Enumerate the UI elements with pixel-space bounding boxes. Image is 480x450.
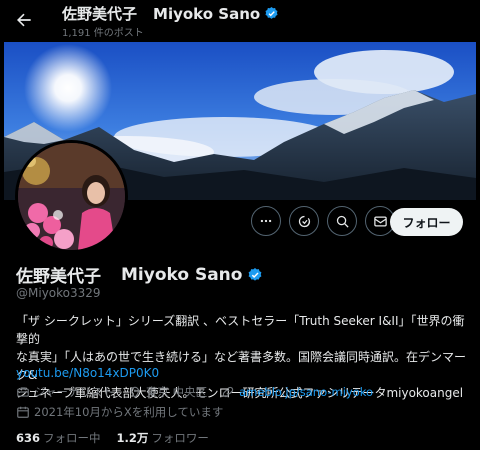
more-button[interactable] <box>251 206 281 236</box>
profile-website-link[interactable]: ameblo.jp/sano-miyoko <box>239 385 373 399</box>
followers-count: 1.2万 <box>116 431 149 445</box>
avatar[interactable] <box>15 140 128 253</box>
profile-joined: 2021年10月からXを利用しています <box>16 404 223 420</box>
profile-name-en: Miyoko Sano <box>121 264 243 285</box>
verified-badge-icon <box>265 6 278 19</box>
following-count: 636 <box>16 431 41 445</box>
profile-name: 佐野美代子 Miyoko Sano <box>16 262 263 287</box>
more-icon <box>260 219 272 223</box>
bio-youtube-link[interactable]: youtu.be/N8o14xDP0K0 <box>16 366 159 380</box>
profile-category: ジャーナリスト <box>34 385 114 399</box>
top-bar: 佐野美代子 Miyoko Sano 1,191 件のポスト <box>0 0 480 42</box>
joined-date: 2021年10月からXを利用しています <box>34 405 224 419</box>
following-link[interactable]: 636 フォロー中 <box>16 430 101 446</box>
follow-button[interactable]: フォロー <box>390 208 463 236</box>
subscribe-icon <box>298 215 310 227</box>
followers-label: フォロワー <box>151 431 209 445</box>
message-icon <box>373 216 387 226</box>
avatar-image <box>18 143 125 250</box>
header-name-jp: 佐野美代子 <box>62 5 138 23</box>
profile-name-jp: 佐野美代子 <box>16 267 101 287</box>
follow-stats: 636 フォロー中 1.2万 フォロワー <box>16 430 209 446</box>
profile-handle: @Miyoko3329 <box>16 286 101 300</box>
verified-badge-icon <box>249 267 262 281</box>
following-label: フォロー中 <box>43 431 101 445</box>
briefcase-icon <box>17 387 29 397</box>
back-button[interactable] <box>14 10 34 30</box>
profile-actions <box>251 206 395 238</box>
arrow-left-icon <box>17 13 31 27</box>
header-title: 佐野美代子 Miyoko Sano <box>62 3 279 24</box>
subscribe-button[interactable] <box>289 206 319 236</box>
profile-meta: ジャーナリスト 東京 中央区 ameblo.jp/sano-miyoko <box>16 384 373 400</box>
bio-line: 「ザ シークレット」シリーズ翻訳 、ベストセラー「Truth Seeker I&… <box>16 314 465 346</box>
link-icon <box>222 386 234 398</box>
header-name-en: Miyoko Sano <box>153 4 261 23</box>
followers-link[interactable]: 1.2万 フォロワー <box>117 430 209 446</box>
search-button[interactable] <box>327 206 357 236</box>
calendar-icon <box>17 406 29 418</box>
profile-location: 東京 中央区 <box>145 385 208 399</box>
post-count: 1,191 件のポスト <box>62 28 144 39</box>
location-icon <box>130 386 140 399</box>
search-icon <box>336 215 349 228</box>
